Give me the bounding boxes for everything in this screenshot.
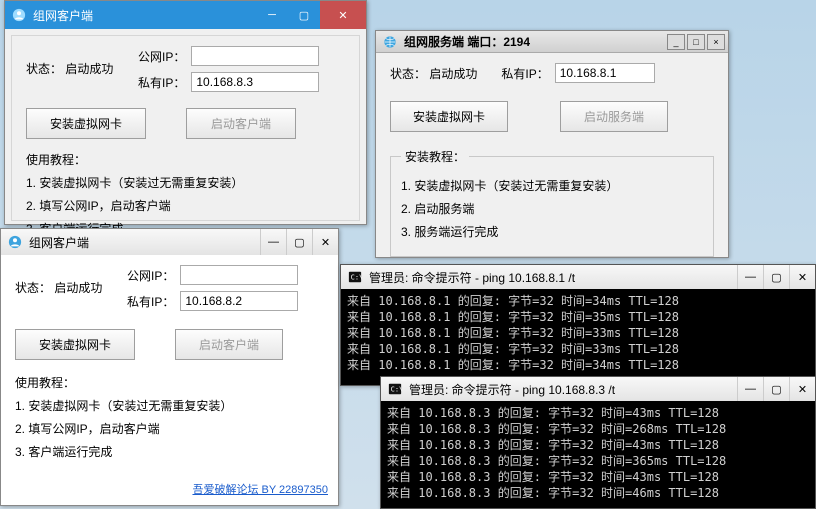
maximize-button[interactable]: ▢ <box>288 1 320 29</box>
status-label: 状态： <box>15 281 51 295</box>
app-icon <box>11 7 27 23</box>
public-ip-input[interactable] <box>191 46 319 66</box>
tutorial-label: 使用教程： <box>15 374 324 391</box>
svg-text:C:\: C:\ <box>391 386 402 394</box>
console-output: 来自 10.168.8.3 的回复: 字节=32 时间=43ms TTL=128… <box>381 401 815 508</box>
list-item: 3. 服务端运行完成 <box>401 223 703 240</box>
minimize-button[interactable]: — <box>737 265 763 289</box>
maximize-button[interactable]: □ <box>687 34 705 50</box>
list-item: 2. 填写公网IP，启动客户端 <box>26 197 345 214</box>
tutorial-legend: 安装教程： <box>401 148 469 165</box>
close-button[interactable]: × <box>707 34 725 50</box>
status-label: 状态： <box>26 62 62 76</box>
start-client-button[interactable]: 启动客户端 <box>175 329 283 360</box>
maximize-button[interactable]: ▢ <box>763 265 789 289</box>
titlebar[interactable]: C:\ 管理员: 命令提示符 - ping 10.168.8.3 /t — ▢ … <box>381 377 815 401</box>
status-value: 启动成功 <box>429 67 477 81</box>
close-button[interactable]: ✕ <box>789 265 815 289</box>
public-ip-label: 公网IP： <box>122 267 174 284</box>
private-ip-label: 私有IP： <box>501 65 548 82</box>
maximize-button[interactable]: ▢ <box>763 377 789 401</box>
install-nic-button[interactable]: 安装虚拟网卡 <box>26 108 146 139</box>
minimize-button[interactable]: — <box>737 377 763 401</box>
minimize-button[interactable]: — <box>260 229 286 255</box>
tutorial-label: 使用教程： <box>26 151 345 168</box>
status-value: 启动成功 <box>65 62 113 76</box>
list-item: 1. 安装虚拟网卡（安装过无需重复安装） <box>401 177 703 194</box>
minimize-button[interactable]: ─ <box>256 1 288 29</box>
window-title: 组网客户端 <box>33 7 256 24</box>
window-title: 组网客户端 <box>29 234 260 251</box>
cmd-icon: C:\ <box>347 269 363 285</box>
list-item: 1. 安装虚拟网卡（安装过无需重复安装） <box>26 174 345 191</box>
window-title: 管理员: 命令提示符 - ping 10.168.8.1 /t <box>369 269 737 286</box>
install-nic-button[interactable]: 安装虚拟网卡 <box>390 101 508 132</box>
list-item: 2. 启动服务端 <box>401 200 703 217</box>
server-window: 组网服务端 端口：2194 _ □ × 状态： 启动成功 私有IP： 安装虚拟网… <box>375 30 729 258</box>
close-button[interactable]: ✕ <box>789 377 815 401</box>
console-output: 来自 10.168.8.1 的回复: 字节=32 时间=34ms TTL=128… <box>341 289 815 385</box>
status-label: 状态： <box>390 67 426 81</box>
list-item: 2. 填写公网IP，启动客户端 <box>15 420 324 437</box>
list-item: 3. 客户端运行完成 <box>15 443 324 460</box>
titlebar[interactable]: 组网客户端 — ▢ ✕ <box>1 229 338 255</box>
maximize-button[interactable]: ▢ <box>286 229 312 255</box>
start-client-button[interactable]: 启动客户端 <box>186 108 296 139</box>
cmd-window-2: C:\ 管理员: 命令提示符 - ping 10.168.8.3 /t — ▢ … <box>380 376 816 509</box>
private-ip-input[interactable] <box>555 63 655 83</box>
close-button[interactable]: ✕ <box>320 1 366 29</box>
titlebar[interactable]: 组网客户端 ─ ▢ ✕ <box>5 1 366 29</box>
start-server-button[interactable]: 启动服务端 <box>560 101 668 132</box>
cmd-window-1: C:\ 管理员: 命令提示符 - ping 10.168.8.1 /t — ▢ … <box>340 264 816 386</box>
public-ip-label: 公网IP： <box>133 48 185 65</box>
public-ip-input[interactable] <box>180 265 298 285</box>
window-title: 管理员: 命令提示符 - ping 10.168.8.3 /t <box>409 381 737 398</box>
svg-text:C:\: C:\ <box>351 274 362 282</box>
window-title: 组网服务端 端口：2194 <box>404 33 666 50</box>
private-ip-label: 私有IP： <box>122 293 174 310</box>
private-ip-input[interactable] <box>180 291 298 311</box>
list-item: 1. 安装虚拟网卡（安装过无需重复安装） <box>15 397 324 414</box>
status-value: 启动成功 <box>54 281 102 295</box>
tutorial-frame: 安装教程： 1. 安装虚拟网卡（安装过无需重复安装） 2. 启动服务端 3. 服… <box>390 148 714 257</box>
minimize-button[interactable]: _ <box>667 34 685 50</box>
app-icon <box>7 234 23 250</box>
install-nic-button[interactable]: 安装虚拟网卡 <box>15 329 135 360</box>
close-button[interactable]: ✕ <box>312 229 338 255</box>
titlebar[interactable]: C:\ 管理员: 命令提示符 - ping 10.168.8.1 /t — ▢ … <box>341 265 815 289</box>
cmd-icon: C:\ <box>387 381 403 397</box>
titlebar[interactable]: 组网服务端 端口：2194 _ □ × <box>376 31 728 53</box>
client-window-1: 组网客户端 ─ ▢ ✕ 状态： 启动成功 公网IP： 私有IP： <box>4 0 367 225</box>
private-ip-label: 私有IP： <box>133 74 185 91</box>
private-ip-input[interactable] <box>191 72 319 92</box>
globe-icon <box>382 34 398 50</box>
footer-link[interactable]: 吾爱破解论坛 BY 22897350 <box>192 481 328 497</box>
client-window-2: 组网客户端 — ▢ ✕ 状态： 启动成功 公网IP： 私有IP： <box>0 228 339 506</box>
